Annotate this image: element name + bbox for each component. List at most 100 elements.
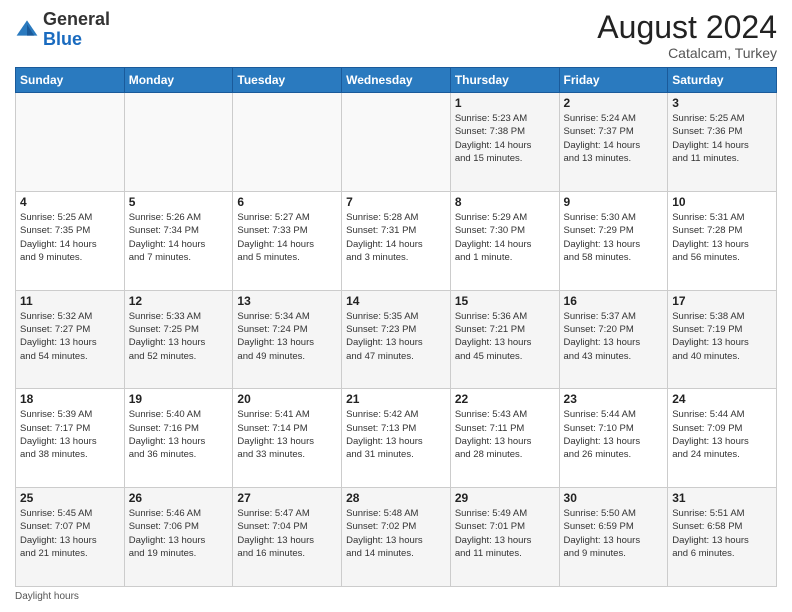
day-number: 11 [20,294,120,308]
day-cell: 5 Sunrise: 5:26 AM Sunset: 7:34 PM Daylig… [124,191,233,290]
day-cell [233,93,342,192]
col-header-monday: Monday [124,68,233,93]
calendar-header-row: SundayMondayTuesdayWednesdayThursdayFrid… [16,68,777,93]
logo-icon [15,18,39,42]
col-header-wednesday: Wednesday [342,68,451,93]
day-number: 20 [237,392,337,406]
day-cell: 22 Sunrise: 5:43 AM Sunset: 7:11 PM Dayli… [450,389,559,488]
month-title: August 2024 [597,10,777,45]
day-number: 6 [237,195,337,209]
day-info: Sunrise: 5:40 AM Sunset: 7:16 PM Dayligh… [129,408,229,461]
title-block: August 2024 Catalcam, Turkey [597,10,777,61]
day-cell: 13 Sunrise: 5:34 AM Sunset: 7:24 PM Dayli… [233,290,342,389]
day-info: Sunrise: 5:26 AM Sunset: 7:34 PM Dayligh… [129,211,229,264]
day-info: Sunrise: 5:50 AM Sunset: 6:59 PM Dayligh… [564,507,664,560]
day-cell: 8 Sunrise: 5:29 AM Sunset: 7:30 PM Daylig… [450,191,559,290]
footer-note: Daylight hours [15,591,777,602]
day-number: 22 [455,392,555,406]
day-cell: 2Sunrise: 5:24 AM Sunset: 7:37 PM Daylig… [559,93,668,192]
col-header-tuesday: Tuesday [233,68,342,93]
day-number: 12 [129,294,229,308]
day-number: 8 [455,195,555,209]
day-info: Sunrise: 5:47 AM Sunset: 7:04 PM Dayligh… [237,507,337,560]
day-cell [342,93,451,192]
week-row-5: 25Sunrise: 5:45 AM Sunset: 7:07 PM Dayli… [16,488,777,587]
day-cell: 26 Sunrise: 5:46 AM Sunset: 7:06 PM Dayli… [124,488,233,587]
day-info: Sunrise: 5:43 AM Sunset: 7:11 PM Dayligh… [455,408,555,461]
day-number: 26 [129,491,229,505]
day-cell: 7Sunrise: 5:28 AM Sunset: 7:31 PM Daylig… [342,191,451,290]
day-cell: 19 Sunrise: 5:40 AM Sunset: 7:16 PM Dayli… [124,389,233,488]
day-info: Sunrise: 5:41 AM Sunset: 7:14 PM Dayligh… [237,408,337,461]
day-number: 24 [672,392,772,406]
day-cell: 6 Sunrise: 5:27 AM Sunset: 7:33 PM Daylig… [233,191,342,290]
day-number: 19 [129,392,229,406]
day-number: 17 [672,294,772,308]
day-cell [124,93,233,192]
day-cell: 30 Sunrise: 5:50 AM Sunset: 6:59 PM Dayli… [559,488,668,587]
day-number: 5 [129,195,229,209]
day-info: Sunrise: 5:23 AM Sunset: 7:38 PM Dayligh… [455,112,555,165]
day-info: Sunrise: 5:24 AM Sunset: 7:37 PM Dayligh… [564,112,664,165]
day-info: Sunrise: 5:34 AM Sunset: 7:24 PM Dayligh… [237,310,337,363]
day-cell: 28Sunrise: 5:48 AM Sunset: 7:02 PM Dayli… [342,488,451,587]
col-header-sunday: Sunday [16,68,125,93]
day-info: Sunrise: 5:27 AM Sunset: 7:33 PM Dayligh… [237,211,337,264]
day-cell: 29 Sunrise: 5:49 AM Sunset: 7:01 PM Dayli… [450,488,559,587]
header: General Blue August 2024 Catalcam, Turke… [15,10,777,61]
location: Catalcam, Turkey [597,45,777,61]
day-cell: 11 Sunrise: 5:32 AM Sunset: 7:27 PM Dayli… [16,290,125,389]
day-number: 29 [455,491,555,505]
day-info: Sunrise: 5:37 AM Sunset: 7:20 PM Dayligh… [564,310,664,363]
day-info: Sunrise: 5:25 AM Sunset: 7:35 PM Dayligh… [20,211,120,264]
day-cell: 20 Sunrise: 5:41 AM Sunset: 7:14 PM Dayli… [233,389,342,488]
day-cell: 3 Sunrise: 5:25 AM Sunset: 7:36 PM Daylig… [668,93,777,192]
day-number: 13 [237,294,337,308]
day-cell: 10 Sunrise: 5:31 AM Sunset: 7:28 PM Dayli… [668,191,777,290]
day-info: Sunrise: 5:25 AM Sunset: 7:36 PM Dayligh… [672,112,772,165]
day-number: 25 [20,491,120,505]
day-number: 10 [672,195,772,209]
day-info: Sunrise: 5:33 AM Sunset: 7:25 PM Dayligh… [129,310,229,363]
day-info: Sunrise: 5:36 AM Sunset: 7:21 PM Dayligh… [455,310,555,363]
day-info: Sunrise: 5:42 AM Sunset: 7:13 PM Dayligh… [346,408,446,461]
week-row-1: 1Sunrise: 5:23 AM Sunset: 7:38 PM Daylig… [16,93,777,192]
day-cell: 31Sunrise: 5:51 AM Sunset: 6:58 PM Dayli… [668,488,777,587]
col-header-saturday: Saturday [668,68,777,93]
day-cell: 23Sunrise: 5:44 AM Sunset: 7:10 PM Dayli… [559,389,668,488]
day-number: 28 [346,491,446,505]
logo-general-text: General [43,9,110,29]
day-cell: 21 Sunrise: 5:42 AM Sunset: 7:13 PM Dayli… [342,389,451,488]
page: General Blue August 2024 Catalcam, Turke… [0,0,792,612]
day-number: 4 [20,195,120,209]
day-cell: 12 Sunrise: 5:33 AM Sunset: 7:25 PM Dayli… [124,290,233,389]
day-info: Sunrise: 5:35 AM Sunset: 7:23 PM Dayligh… [346,310,446,363]
week-row-3: 11 Sunrise: 5:32 AM Sunset: 7:27 PM Dayli… [16,290,777,389]
day-info: Sunrise: 5:29 AM Sunset: 7:30 PM Dayligh… [455,211,555,264]
day-number: 21 [346,392,446,406]
day-cell: 4 Sunrise: 5:25 AM Sunset: 7:35 PM Daylig… [16,191,125,290]
day-info: Sunrise: 5:49 AM Sunset: 7:01 PM Dayligh… [455,507,555,560]
calendar-table: SundayMondayTuesdayWednesdayThursdayFrid… [15,67,777,587]
day-info: Sunrise: 5:46 AM Sunset: 7:06 PM Dayligh… [129,507,229,560]
col-header-thursday: Thursday [450,68,559,93]
day-cell [16,93,125,192]
day-info: Sunrise: 5:32 AM Sunset: 7:27 PM Dayligh… [20,310,120,363]
day-info: Sunrise: 5:31 AM Sunset: 7:28 PM Dayligh… [672,211,772,264]
day-info: Sunrise: 5:28 AM Sunset: 7:31 PM Dayligh… [346,211,446,264]
logo-blue-text: Blue [43,29,82,49]
day-cell: 27 Sunrise: 5:47 AM Sunset: 7:04 PM Dayli… [233,488,342,587]
day-number: 27 [237,491,337,505]
day-cell: 17 Sunrise: 5:38 AM Sunset: 7:19 PM Dayli… [668,290,777,389]
day-info: Sunrise: 5:38 AM Sunset: 7:19 PM Dayligh… [672,310,772,363]
day-number: 3 [672,96,772,110]
day-cell: 9Sunrise: 5:30 AM Sunset: 7:29 PM Daylig… [559,191,668,290]
day-info: Sunrise: 5:44 AM Sunset: 7:09 PM Dayligh… [672,408,772,461]
day-info: Sunrise: 5:30 AM Sunset: 7:29 PM Dayligh… [564,211,664,264]
day-number: 30 [564,491,664,505]
day-number: 18 [20,392,120,406]
logo: General Blue [15,10,110,50]
day-cell: 25Sunrise: 5:45 AM Sunset: 7:07 PM Dayli… [16,488,125,587]
week-row-4: 18Sunrise: 5:39 AM Sunset: 7:17 PM Dayli… [16,389,777,488]
day-number: 14 [346,294,446,308]
